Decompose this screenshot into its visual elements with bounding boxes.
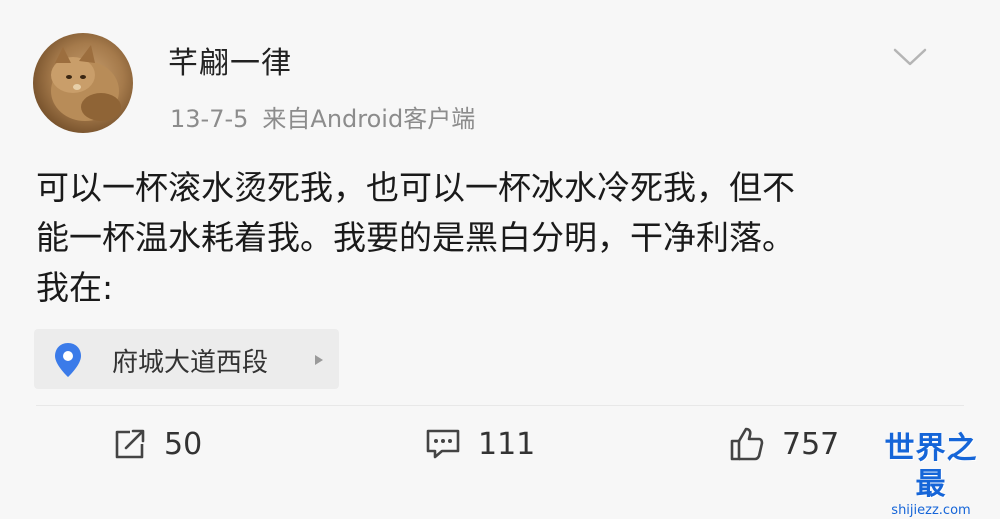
- location-tag[interactable]: 府城大道西段: [34, 329, 339, 389]
- post-source: 来自Android客户端: [262, 105, 476, 133]
- author-avatar[interactable]: [33, 33, 133, 133]
- cat-avatar-icon: [51, 45, 121, 121]
- location-label: 府城大道西段: [112, 348, 269, 378]
- site-watermark: 世界之最 shijiezz.com: [870, 431, 992, 519]
- watermark-url: shijiezz.com: [891, 503, 971, 518]
- post-body-line: 可以一杯滚水烫死我，也可以一杯冰水冷死我，但不: [36, 168, 795, 207]
- post-meta: 13-7-5 来自Android客户端: [170, 99, 475, 134]
- location-pin-icon: [55, 343, 81, 377]
- post-body-line: 能一杯温水耗着我。我要的是黑白分明，干净利落。: [36, 218, 795, 257]
- repost-count: 50: [164, 426, 203, 462]
- post-menu-button[interactable]: [891, 45, 929, 69]
- comment-button[interactable]: 111: [424, 424, 535, 464]
- thumbs-up-icon: [730, 427, 764, 461]
- post-date: 13-7-5: [170, 105, 249, 133]
- watermark-title: 世界之最: [884, 431, 978, 502]
- post-body: 可以一杯滚水烫死我，也可以一杯冰水冷死我，但不 能一杯温水耗着我。我要的是黑白分…: [36, 163, 956, 313]
- like-count: 757: [782, 426, 840, 462]
- weibo-post-card: 芊翩一律 13-7-5 来自Android客户端 可以一杯滚水烫死我，也可以一杯冰…: [0, 0, 1000, 518]
- author-name[interactable]: 芊翩一律: [168, 38, 292, 82]
- repost-button[interactable]: 50: [112, 424, 202, 464]
- chevron-down-icon: [893, 48, 927, 66]
- comment-count: 111: [478, 426, 536, 462]
- repost-icon: [115, 429, 145, 459]
- chevron-right-icon: [315, 355, 323, 365]
- comment-icon: [426, 429, 460, 459]
- like-button[interactable]: 757: [728, 424, 839, 464]
- divider: [36, 405, 964, 406]
- post-body-line: 我在:: [36, 268, 114, 307]
